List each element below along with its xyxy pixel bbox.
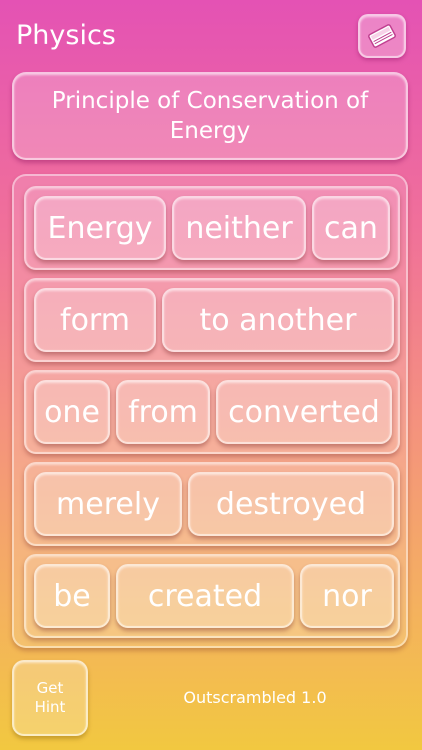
word-tile[interactable]: can	[312, 196, 390, 260]
word-tile[interactable]: Energy	[34, 196, 166, 260]
word-tile[interactable]: converted	[216, 380, 392, 444]
word-tile[interactable]: neither	[172, 196, 306, 260]
word-tile[interactable]: form	[34, 288, 156, 352]
puzzle-heading: Principle of Conservation of Energy	[12, 72, 408, 160]
word-tile[interactable]: destroyed	[188, 472, 394, 536]
word-tile[interactable]: from	[116, 380, 210, 444]
get-hint-button[interactable]: Get Hint	[12, 660, 88, 736]
word-row-3: one from converted	[24, 370, 400, 454]
word-row-4: merely destroyed	[24, 462, 400, 546]
word-tile[interactable]: created	[116, 564, 294, 628]
word-tile[interactable]: nor	[300, 564, 394, 628]
puzzle-heading-text: Principle of Conservation of Energy	[51, 88, 369, 144]
word-board: Energy neither can form to another one f…	[12, 174, 408, 648]
word-tile[interactable]: be	[34, 564, 110, 628]
get-hint-label: Get Hint	[34, 679, 66, 716]
word-tile[interactable]: to another	[162, 288, 394, 352]
word-row-1: Energy neither can	[24, 186, 400, 270]
word-row-2: form to another	[24, 278, 400, 362]
book-button[interactable]	[358, 14, 406, 58]
app-version: Outscrambled 1.0	[183, 688, 327, 707]
page-title: Physics	[16, 20, 116, 51]
word-tile[interactable]: merely	[34, 472, 182, 536]
word-tile[interactable]: one	[34, 380, 110, 444]
word-row-5: be created nor	[24, 554, 400, 638]
book-icon	[368, 24, 396, 48]
